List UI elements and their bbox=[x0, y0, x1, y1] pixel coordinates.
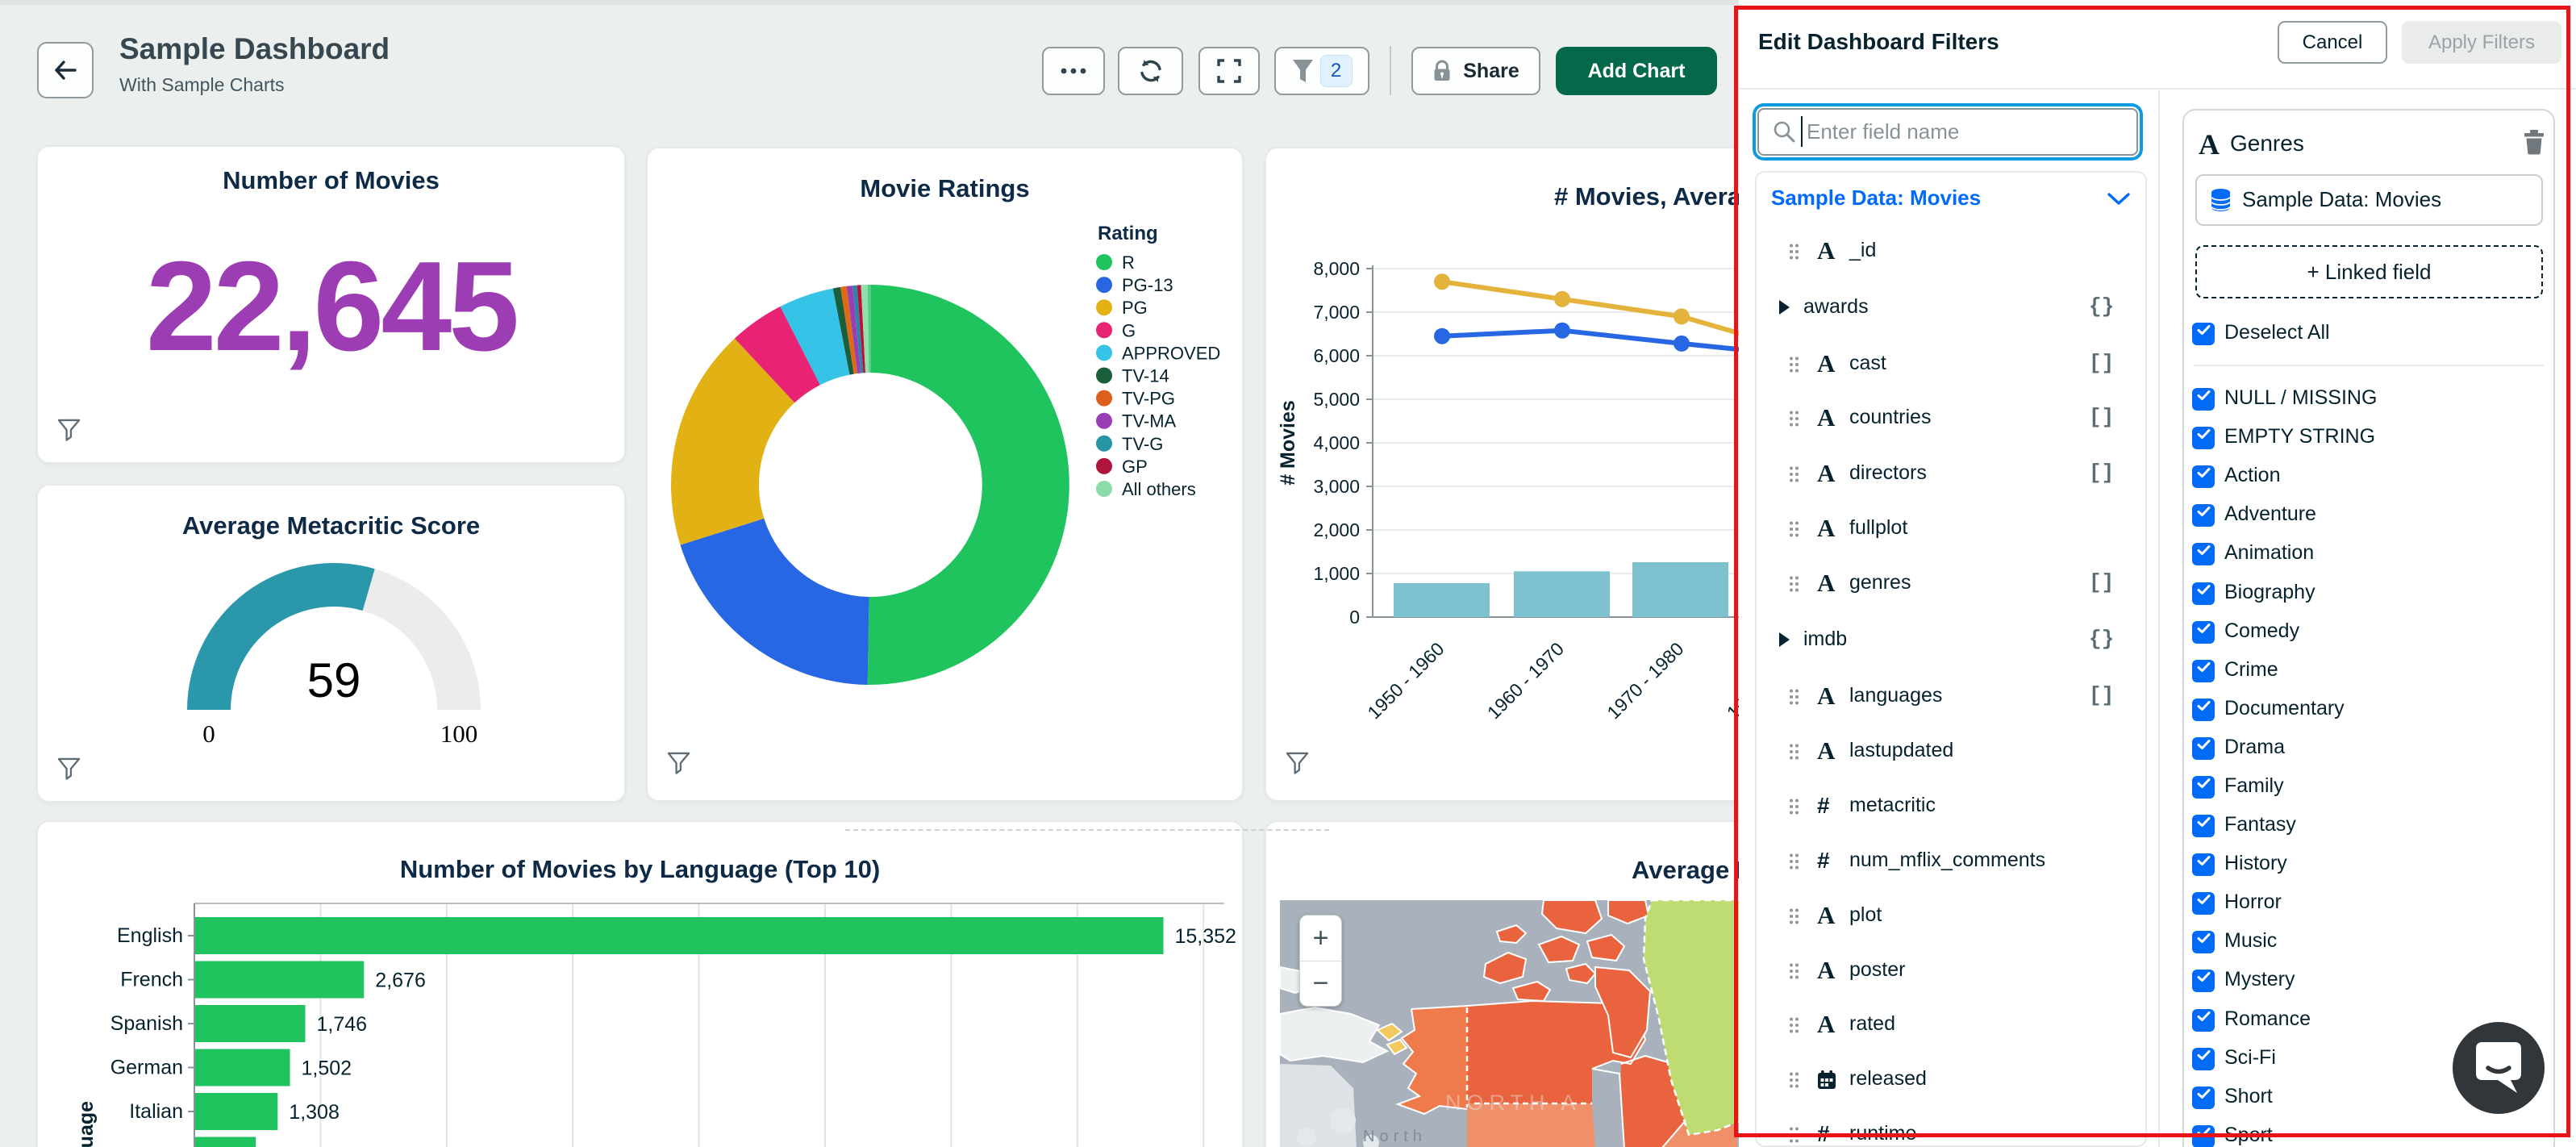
svg-text:1,746: 1,746 bbox=[317, 1013, 368, 1036]
svg-text:North: North bbox=[1363, 1128, 1427, 1145]
svg-text:G: G bbox=[1122, 320, 1136, 340]
svg-text:3,000: 3,000 bbox=[1313, 476, 1360, 497]
svg-text:1,308: 1,308 bbox=[289, 1101, 340, 1124]
svg-text:GP: GP bbox=[1122, 457, 1148, 477]
svg-text:TV-14: TV-14 bbox=[1122, 366, 1169, 386]
svg-text:7,000: 7,000 bbox=[1313, 302, 1360, 323]
svg-text:100: 100 bbox=[440, 719, 478, 748]
svg-text:Spanish: Spanish bbox=[110, 1012, 183, 1035]
svg-text:TV-MA: TV-MA bbox=[1122, 411, 1177, 432]
svg-text:French: French bbox=[120, 969, 183, 991]
svg-text:All others: All others bbox=[1122, 479, 1196, 499]
svg-text:1960 - 1970: 1960 - 1970 bbox=[1483, 638, 1568, 723]
svg-text:1970 - 1980: 1970 - 1980 bbox=[1603, 638, 1687, 723]
svg-text:0: 0 bbox=[1349, 607, 1360, 628]
svg-text:PG: PG bbox=[1122, 298, 1148, 318]
svg-text:Language: Language bbox=[75, 1101, 98, 1147]
svg-text:5,000: 5,000 bbox=[1313, 389, 1360, 410]
svg-text:1,502: 1,502 bbox=[302, 1057, 352, 1080]
svg-text:2,676: 2,676 bbox=[375, 970, 426, 992]
svg-text:NORTH A: NORTH A bbox=[1445, 1091, 1582, 1115]
svg-text:8,000: 8,000 bbox=[1313, 258, 1360, 279]
svg-text:R: R bbox=[1122, 252, 1135, 273]
svg-text:Italian: Italian bbox=[129, 1100, 183, 1123]
svg-text:TV-PG: TV-PG bbox=[1122, 389, 1175, 409]
svg-text:PG-13: PG-13 bbox=[1122, 275, 1173, 295]
svg-text:German: German bbox=[110, 1057, 183, 1079]
svg-text:59: 59 bbox=[307, 653, 361, 707]
svg-text:English: English bbox=[117, 924, 183, 947]
svg-text:15,352: 15,352 bbox=[1175, 925, 1236, 948]
svg-text:Japanese: Japanese bbox=[96, 1145, 183, 1147]
svg-text:0: 0 bbox=[202, 719, 215, 748]
svg-text:1,000: 1,000 bbox=[1313, 563, 1360, 584]
svg-text:# Movies: # Movies bbox=[1277, 400, 1299, 486]
svg-text:2,000: 2,000 bbox=[1313, 519, 1360, 540]
svg-text:TV-G: TV-G bbox=[1122, 434, 1163, 454]
svg-text:1950 - 1960: 1950 - 1960 bbox=[1363, 638, 1448, 723]
svg-text:Rating: Rating bbox=[1098, 223, 1158, 244]
svg-text:APPROVED: APPROVED bbox=[1122, 343, 1220, 363]
svg-text:4,000: 4,000 bbox=[1313, 432, 1360, 453]
svg-text:6,000: 6,000 bbox=[1313, 345, 1360, 366]
